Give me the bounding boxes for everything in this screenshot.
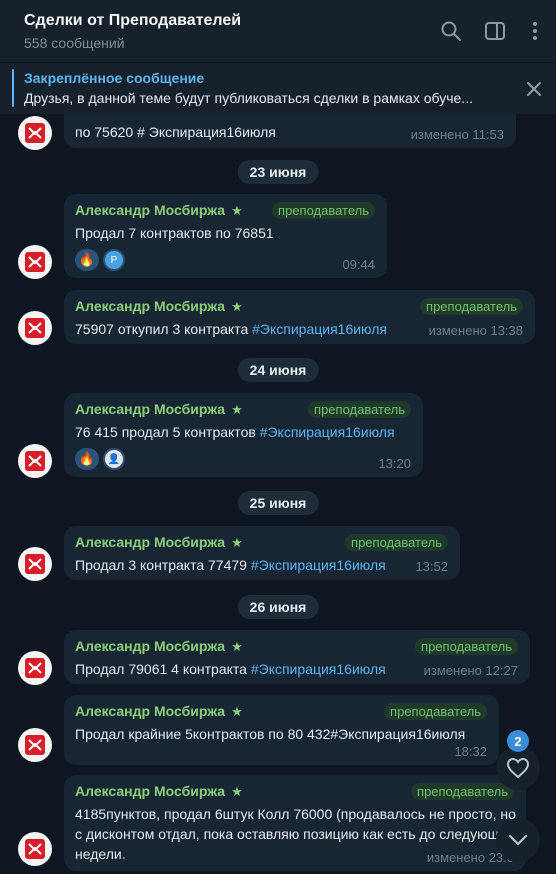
message-bubble[interactable]: Александр Мосбиржа ★ преподаватель 76 415…: [64, 393, 423, 477]
message-bubble[interactable]: Александр Мосбиржа ★ преподаватель Продал…: [64, 695, 499, 765]
star-icon: ★: [231, 704, 243, 719]
message-time: 09:44: [342, 257, 375, 272]
scroll-down-button[interactable]: [496, 818, 540, 862]
role-badge: преподаватель: [308, 401, 411, 418]
sidebar-toggle-icon[interactable]: [484, 20, 506, 42]
star-icon: ★: [231, 639, 243, 654]
fire-icon: 🔥: [78, 451, 96, 466]
close-icon[interactable]: [524, 79, 544, 99]
chat-header: Сделки от Преподавателей 558 сообщений: [0, 0, 556, 62]
avatar[interactable]: [18, 444, 52, 478]
more-vertical-icon[interactable]: [524, 20, 546, 42]
hashtag-link[interactable]: #Экспирация16июля: [251, 661, 386, 677]
message-author[interactable]: Александр Мосбиржа: [75, 202, 225, 218]
moex-logo-icon: [25, 735, 45, 755]
hashtag-link[interactable]: #Экспирация16июля: [251, 557, 386, 573]
message-bubble[interactable]: Александр Мосбиржа ★ преподаватель Продал…: [64, 194, 387, 278]
search-icon[interactable]: [440, 20, 462, 42]
chat-title[interactable]: Сделки от Преподавателей: [24, 12, 241, 30]
message-count: 558 сообщений: [24, 35, 125, 51]
reaction-user[interactable]: P: [103, 249, 125, 271]
role-badge: преподаватель: [345, 534, 448, 551]
date-separator: 26 июня: [237, 595, 319, 619]
reactor-avatar: 👤: [105, 450, 123, 468]
moex-logo-icon: [25, 658, 45, 678]
unread-badge: 2: [507, 730, 529, 752]
avatar[interactable]: [18, 651, 52, 685]
hashtag-link[interactable]: #Экспирация16июля: [260, 424, 395, 440]
avatar[interactable]: [18, 116, 52, 150]
message-bubble[interactable]: Александр Мосбиржа ★ преподаватель 4185пу…: [64, 775, 526, 871]
message-time: 18:32: [454, 744, 487, 759]
avatar[interactable]: [18, 547, 52, 581]
message-feed[interactable]: по 75620 # Экспирация16июля изменено 11:…: [0, 114, 556, 874]
reaction-fire[interactable]: 🔥: [75, 249, 99, 271]
moex-logo-icon: [25, 554, 45, 574]
date-separator: 24 июня: [237, 358, 319, 382]
hashtag-link[interactable]: #Экспирация16июля: [252, 321, 387, 337]
star-icon: ★: [231, 402, 243, 417]
star-icon: ★: [231, 784, 243, 799]
message-time: изменено 11:53: [410, 127, 504, 142]
moex-logo-icon: [25, 123, 45, 143]
message-author[interactable]: Александр Мосбиржа: [75, 298, 225, 314]
role-badge: преподаватель: [420, 298, 523, 315]
message-time: 13:20: [378, 456, 411, 471]
message-author[interactable]: Александр Мосбиржа: [75, 783, 225, 799]
fire-icon: 🔥: [78, 252, 96, 267]
role-badge: преподаватель: [272, 202, 375, 219]
pinned-title: Закреплённое сообщение: [24, 70, 205, 86]
moex-logo-icon: [25, 451, 45, 471]
role-badge: преподаватель: [411, 783, 514, 800]
reaction-fire[interactable]: 🔥: [75, 448, 99, 470]
reactor-avatar: P: [105, 251, 123, 269]
reactions-button[interactable]: [496, 746, 540, 790]
message-author[interactable]: Александр Мосбиржа: [75, 703, 225, 719]
pinned-message-bar[interactable]: Закреплённое сообщение Друзья, в данной …: [0, 62, 556, 114]
date-separator: 25 июня: [237, 491, 319, 515]
star-icon: ★: [231, 535, 243, 550]
moex-logo-icon: [25, 839, 45, 859]
message-author[interactable]: Александр Мосбиржа: [75, 401, 225, 417]
message-author[interactable]: Александр Мосбиржа: [75, 638, 225, 654]
message-text: 76 415 продал 5 контрактов #Экспирация16…: [75, 424, 395, 440]
message-time: 13:52: [415, 559, 448, 574]
chevron-down-icon: [508, 834, 528, 846]
heart-icon: [506, 757, 530, 779]
message-author[interactable]: Александр Мосбиржа: [75, 534, 225, 550]
role-badge: преподаватель: [415, 638, 518, 655]
reactions: 🔥 P: [75, 249, 376, 271]
reaction-user[interactable]: 👤: [103, 448, 125, 470]
date-separator: 23 июня: [237, 160, 319, 184]
moex-logo-icon: [25, 252, 45, 272]
avatar[interactable]: [18, 728, 52, 762]
reactions: 🔥 👤: [75, 448, 412, 470]
message-bubble[interactable]: Александр Мосбиржа ★ преподаватель Продал…: [64, 630, 530, 684]
star-icon: ★: [231, 299, 243, 314]
message-bubble[interactable]: по 75620 # Экспирация16июля изменено 11:…: [64, 114, 516, 148]
avatar[interactable]: [18, 832, 52, 866]
pinned-text: Друзья, в данной теме будут публиковатьс…: [24, 90, 473, 106]
message-text: Продал 7 контрактов по 76851: [75, 225, 274, 241]
star-icon: ★: [231, 203, 243, 218]
role-badge: преподаватель: [384, 703, 487, 720]
message-bubble[interactable]: Александр Мосбиржа ★ преподаватель 75907 …: [64, 290, 535, 344]
moex-logo-icon: [25, 318, 45, 338]
avatar[interactable]: [18, 245, 52, 279]
message-time: изменено 12:27: [423, 663, 518, 678]
message-text: Продал крайние 5контрактов по 80 432#Экс…: [75, 726, 466, 742]
pinned-indicator: [12, 69, 14, 107]
avatar[interactable]: [18, 311, 52, 345]
message-bubble[interactable]: Александр Мосбиржа ★ преподаватель Продал…: [64, 526, 460, 580]
message-time: изменено 13:38: [428, 323, 523, 338]
message-text: Продал 3 контракта 77479 #Экспирация16ию…: [75, 557, 386, 573]
